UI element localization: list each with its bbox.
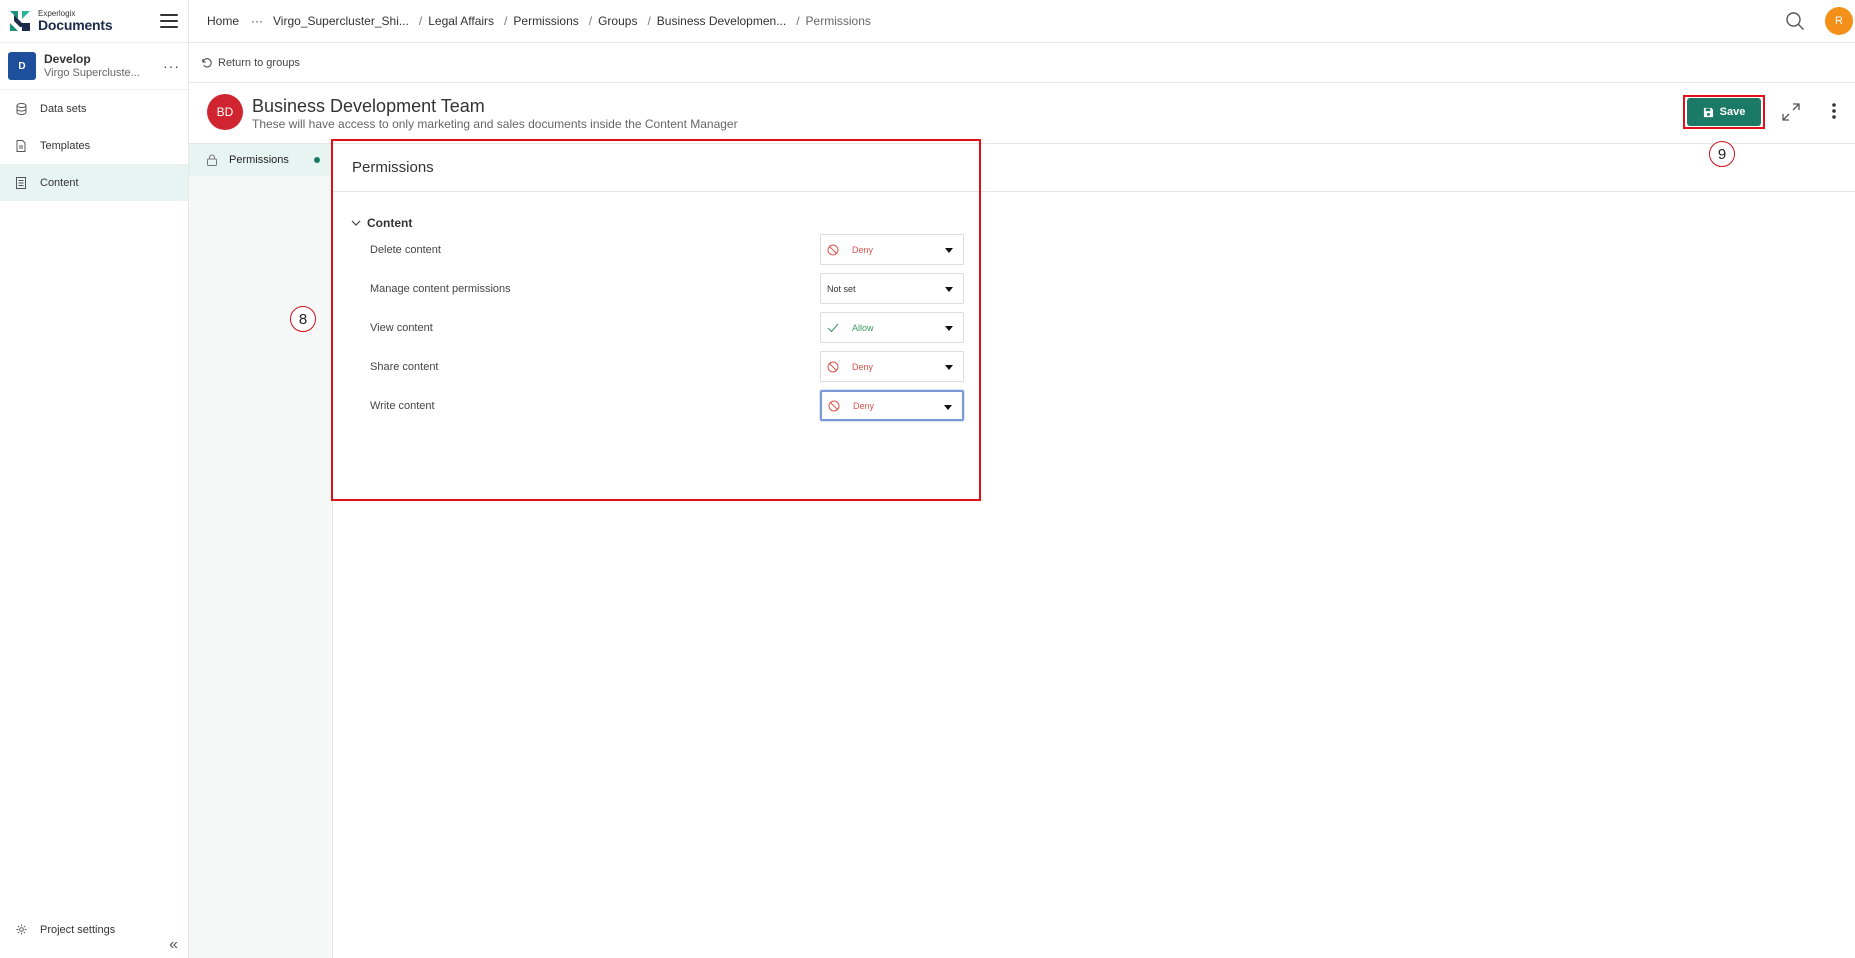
group-avatar: BD xyxy=(207,94,243,130)
permission-value: Deny xyxy=(852,244,874,255)
breadcrumb-ellipsis[interactable]: ··· xyxy=(251,14,263,28)
return-to-groups-link[interactable]: Return to groups xyxy=(201,57,300,69)
breadcrumb-current: Permissions xyxy=(805,14,871,28)
check-icon xyxy=(827,322,839,334)
deny-icon xyxy=(828,400,840,412)
permission-row-view: View content Allow xyxy=(370,311,964,344)
experlogix-logo-icon xyxy=(10,11,30,31)
caret-down-icon xyxy=(945,248,953,253)
gear-icon xyxy=(15,924,27,936)
permission-label: View content xyxy=(370,321,433,334)
breadcrumb-item[interactable]: Business Developmen... xyxy=(657,14,786,28)
sidebar: Experlogix Documents D Develop Virgo Sup… xyxy=(0,0,189,958)
permission-row-write: Write content Deny xyxy=(370,389,964,422)
breadcrumb-item[interactable]: Permissions xyxy=(513,14,578,28)
permission-row-manage: Manage content permissions Not set xyxy=(370,272,964,305)
search-icon[interactable] xyxy=(1785,11,1805,34)
collapse-sidebar-icon[interactable]: « xyxy=(169,936,178,954)
content-section-toggle[interactable]: Content xyxy=(351,216,412,230)
permission-value: Allow xyxy=(852,322,874,333)
deny-icon xyxy=(827,244,839,256)
sidebar-item-label: Templates xyxy=(40,139,91,152)
sidebar-item-label: Data sets xyxy=(40,102,87,115)
user-avatar[interactable]: R xyxy=(1825,7,1853,35)
permission-label: Manage content permissions xyxy=(370,282,511,295)
permission-select-view[interactable]: Allow xyxy=(820,312,964,343)
permission-value: Not set xyxy=(827,283,856,294)
logo-row: Experlogix Documents xyxy=(0,0,188,43)
return-label: Return to groups xyxy=(218,56,300,69)
save-label: Save xyxy=(1719,106,1746,118)
sidebar-item-templates[interactable]: Templates xyxy=(0,127,188,164)
sidebar-item-label: Content xyxy=(40,176,79,189)
tab-permissions[interactable]: Permissions xyxy=(189,144,332,176)
breadcrumb-item[interactable]: Legal Affairs xyxy=(428,14,494,28)
save-button[interactable]: Save xyxy=(1687,98,1761,126)
permission-value: Deny xyxy=(853,400,875,411)
sidebar-item-label: Project settings xyxy=(40,923,116,936)
logo-text: Experlogix Documents xyxy=(38,10,113,33)
breadcrumb-item[interactable]: Virgo_Supercluster_Shi... xyxy=(273,14,409,28)
group-header: BD Business Development Team These will … xyxy=(189,84,1855,144)
caret-down-icon xyxy=(944,405,952,410)
expand-icon[interactable] xyxy=(1781,102,1801,127)
page-title: Business Development Team xyxy=(252,96,485,116)
caret-down-icon xyxy=(945,365,953,370)
deny-icon xyxy=(827,361,839,373)
permission-label: Share content xyxy=(370,360,439,373)
menu-icon[interactable] xyxy=(160,14,178,28)
active-dot xyxy=(314,157,320,163)
project-more-button[interactable]: ··· xyxy=(163,58,180,74)
permission-row-delete: Delete content Deny xyxy=(370,233,964,266)
permission-select-manage[interactable]: Not set xyxy=(820,273,964,304)
project-selector[interactable]: D Develop Virgo Supercluste... ··· xyxy=(0,43,188,90)
caret-down-icon xyxy=(945,287,953,292)
project-badge: D xyxy=(8,52,36,80)
permission-select-write[interactable]: Deny xyxy=(820,390,964,421)
permission-value: Deny xyxy=(852,361,874,372)
group-description: These will have access to only marketing… xyxy=(252,117,738,131)
more-vertical-icon[interactable] xyxy=(1831,102,1837,125)
sidebar-item-data-sets[interactable]: Data sets xyxy=(0,90,188,127)
logo-big: Documents xyxy=(38,17,113,33)
permission-label: Write content xyxy=(370,399,435,412)
permission-select-delete[interactable]: Deny xyxy=(820,234,964,265)
database-icon xyxy=(15,102,27,115)
permission-row-share: Share content Deny xyxy=(370,350,964,383)
permission-select-share[interactable]: Deny xyxy=(820,351,964,382)
annotation-marker-9: 9 xyxy=(1709,141,1735,167)
project-sub: Virgo Supercluste... xyxy=(44,66,140,79)
annotation-marker-8: 8 xyxy=(290,306,316,332)
sidebar-item-content[interactable]: Content xyxy=(0,164,188,201)
chevron-down-icon xyxy=(351,220,361,226)
content-icon xyxy=(15,176,27,189)
breadcrumb-item[interactable]: Groups xyxy=(598,14,637,28)
tab-pane: Permissions xyxy=(189,144,333,958)
section-label: Content xyxy=(367,216,413,230)
breadcrumb: Home ··· Virgo_Supercluster_Shi... / Leg… xyxy=(189,0,1855,43)
project-name: Develop xyxy=(44,51,91,66)
return-row: Return to groups xyxy=(189,43,1855,83)
tab-label: Permissions xyxy=(229,154,289,166)
permissions-heading: Permissions xyxy=(333,144,1855,192)
file-icon xyxy=(15,139,27,152)
permissions-panel: Permissions xyxy=(333,144,1855,958)
sidebar-item-project-settings[interactable]: Project settings xyxy=(0,911,188,948)
caret-down-icon xyxy=(945,326,953,331)
undo-icon xyxy=(202,58,212,68)
lock-icon xyxy=(207,154,217,166)
floppy-disk-icon xyxy=(1703,107,1713,117)
breadcrumb-home[interactable]: Home xyxy=(207,14,239,28)
permission-label: Delete content xyxy=(370,243,441,256)
